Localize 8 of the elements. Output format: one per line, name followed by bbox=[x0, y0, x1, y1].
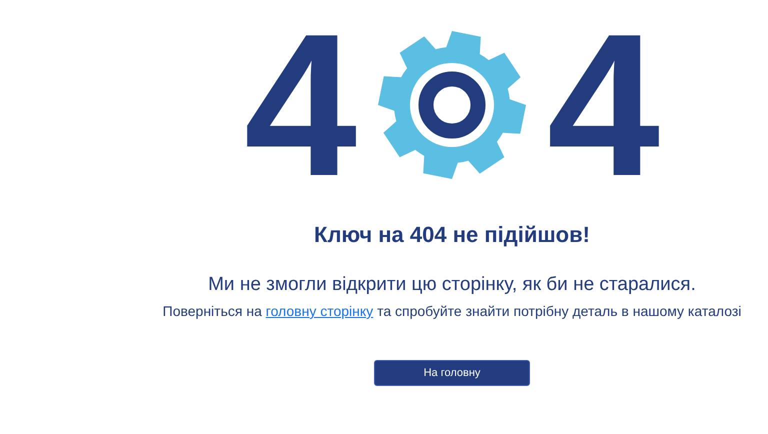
home-button[interactable]: На головну bbox=[374, 360, 530, 386]
home-link[interactable]: головну сторінку bbox=[266, 303, 374, 319]
error-message: Ми не змогли відкрити цю сторінку, як би не старалися. bbox=[208, 274, 696, 296]
hint-text: Поверніться на головну сторінку та спробуйте знайти потрібну деталь в нашому каталозі bbox=[162, 303, 742, 319]
gear-icon bbox=[377, 30, 527, 180]
error-title: Ключ на 404 не підійшов! bbox=[314, 222, 590, 248]
logo-digit: 4 bbox=[244, 4, 357, 206]
logo-digit: 4 bbox=[547, 4, 660, 206]
